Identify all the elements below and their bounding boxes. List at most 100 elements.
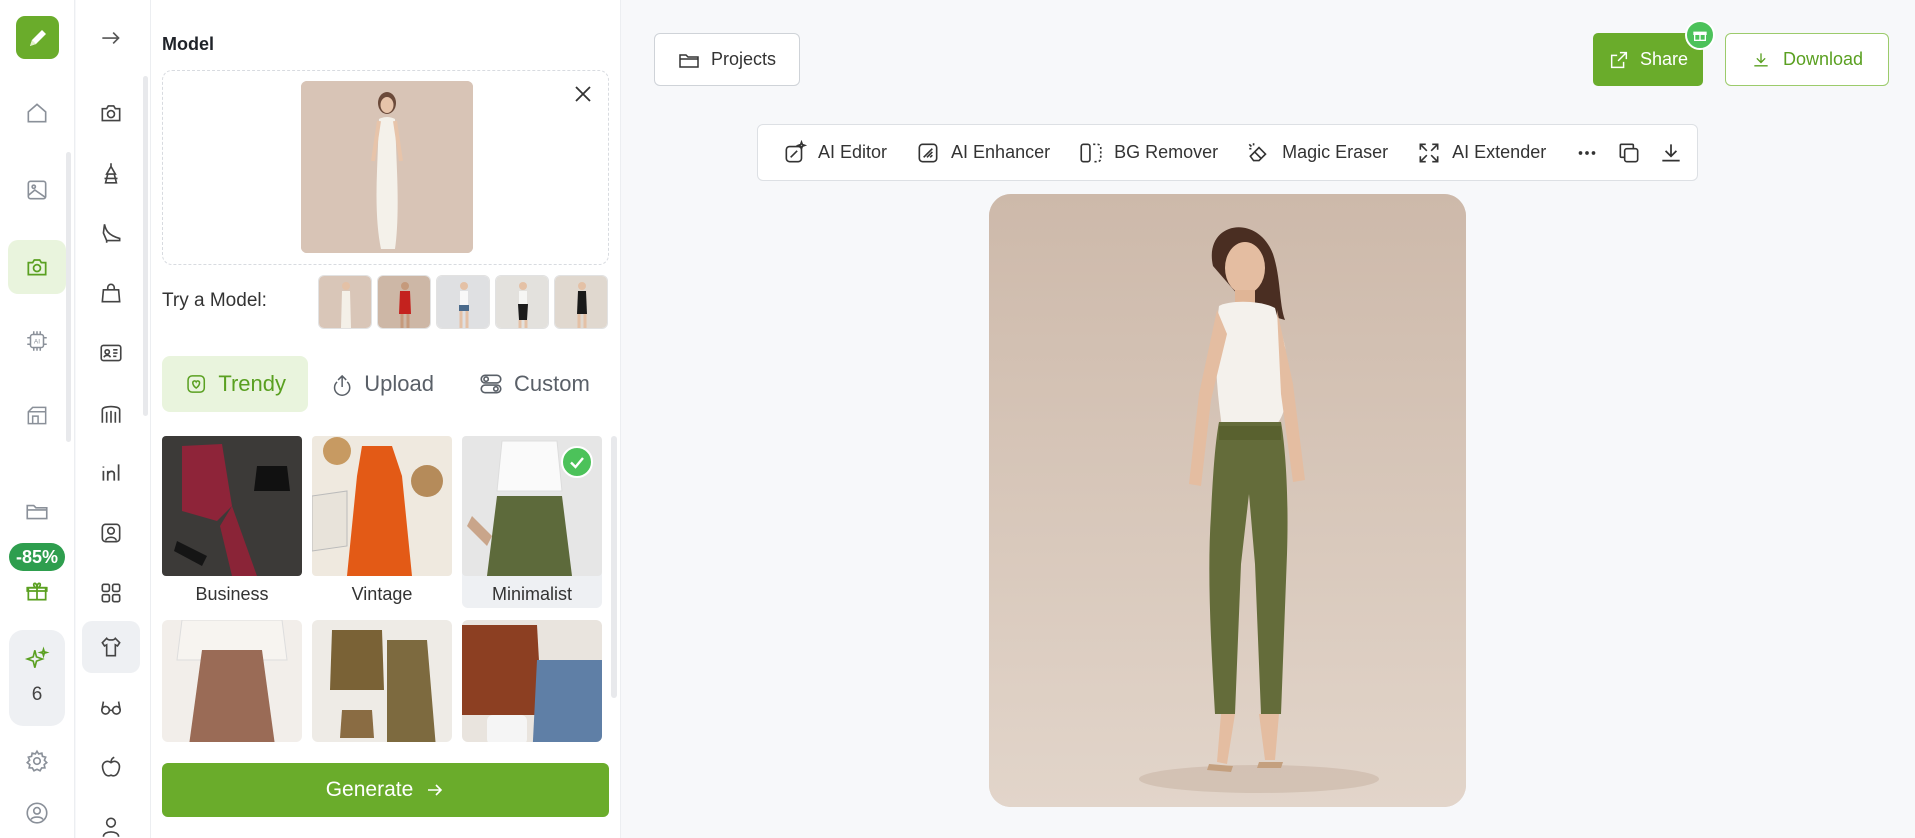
panel-scrollbar[interactable] xyxy=(611,436,617,698)
ai-editor-tool[interactable]: AI Editor xyxy=(782,139,887,166)
user-bust-icon xyxy=(102,817,120,837)
home-icon xyxy=(27,103,47,123)
projects-nav[interactable] xyxy=(8,484,66,538)
collapse-button[interactable] xyxy=(82,12,140,64)
tab-label: Upload xyxy=(364,371,434,396)
model-figure xyxy=(301,81,473,253)
gift-nav[interactable] xyxy=(8,564,66,618)
ai-enhancer-tool[interactable]: AI Enhancer xyxy=(915,140,1050,166)
credits-box[interactable]: 6 xyxy=(9,630,65,726)
download-button[interactable]: Download xyxy=(1725,33,1889,86)
home-nav[interactable] xyxy=(8,86,66,140)
tab-trendy[interactable]: Trendy xyxy=(162,356,308,412)
model-thumb-2[interactable] xyxy=(377,275,431,329)
tool-apps[interactable] xyxy=(82,567,140,619)
download-label: Download xyxy=(1782,49,1864,69)
store-nav[interactable] xyxy=(8,388,66,442)
credits-count: 6 xyxy=(31,684,43,705)
camera-icon xyxy=(101,105,121,122)
tool-eyewear[interactable] xyxy=(82,681,140,733)
tool-linkedin[interactable] xyxy=(82,447,140,499)
model-thumb-image xyxy=(555,276,607,328)
shop-icon xyxy=(27,406,47,425)
tool-label: AI Extender xyxy=(1452,142,1547,162)
left-rail: AI -85% 6 xyxy=(0,0,75,838)
style-card-6[interactable] xyxy=(462,620,602,742)
apple-icon xyxy=(101,756,121,777)
shoe-icon xyxy=(102,224,121,243)
remove-model-button[interactable] xyxy=(570,81,596,107)
style-card-5[interactable] xyxy=(312,620,452,742)
more-icon xyxy=(1578,150,1596,155)
tool-headshot[interactable] xyxy=(82,507,140,559)
tool-bag[interactable] xyxy=(82,267,140,319)
tool-shoe[interactable] xyxy=(82,207,140,259)
toolbar-download-button[interactable] xyxy=(1658,140,1684,166)
tool-product-photo[interactable] xyxy=(82,87,140,139)
tool-mannequin[interactable] xyxy=(82,801,140,838)
account-nav[interactable] xyxy=(8,786,66,838)
tab-custom[interactable]: Custom xyxy=(456,356,612,412)
shirt-icon xyxy=(101,636,121,657)
photo-nav[interactable] xyxy=(8,240,66,294)
app-logo[interactable] xyxy=(16,16,59,59)
model-thumb-5[interactable] xyxy=(554,275,608,329)
tool-lamp[interactable] xyxy=(82,147,140,199)
gift-icon xyxy=(1693,31,1707,41)
model-upload-area[interactable] xyxy=(162,70,609,265)
tool-interior[interactable] xyxy=(82,387,140,439)
style-image xyxy=(162,620,302,742)
style-card-vintage[interactable]: Vintage xyxy=(312,436,452,608)
sparkle-icon xyxy=(24,646,50,668)
projects-button[interactable]: Projects xyxy=(654,33,800,86)
magic-eraser-tool[interactable]: Magic Eraser xyxy=(1246,140,1388,166)
id-card-icon xyxy=(100,344,122,362)
image-icon xyxy=(27,180,47,200)
rail-scrollbar[interactable] xyxy=(66,152,71,442)
style-card-4[interactable] xyxy=(162,620,302,742)
try-model-label: Try a Model: xyxy=(162,290,267,311)
arrow-right-icon xyxy=(102,32,120,44)
share-gift-badge[interactable] xyxy=(1685,20,1715,50)
ai-extender-tool[interactable]: AI Extender xyxy=(1416,140,1546,166)
model-thumb-3[interactable] xyxy=(436,275,490,329)
olive-outfit xyxy=(312,620,452,742)
settings-nav[interactable] xyxy=(8,734,66,788)
generate-label: Generate xyxy=(325,778,414,801)
share-icon xyxy=(1610,51,1628,68)
gallery-nav[interactable] xyxy=(8,163,66,217)
style-image xyxy=(312,620,452,742)
style-image xyxy=(462,620,602,742)
bg-remover-tool[interactable]: BG Remover xyxy=(1078,140,1218,166)
arch-icon xyxy=(101,405,121,423)
style-card-business[interactable]: Business xyxy=(162,436,302,608)
style-card-minimalist[interactable]: Minimalist xyxy=(462,436,602,608)
model-thumb-4[interactable] xyxy=(495,275,549,329)
edit-sparkle-icon xyxy=(785,139,808,162)
tab-upload[interactable]: Upload xyxy=(308,356,456,412)
duplicate-button[interactable] xyxy=(1616,140,1642,166)
tools-scrollbar[interactable] xyxy=(143,76,148,416)
bg-remove-icon xyxy=(1080,143,1102,162)
tool-food[interactable] xyxy=(82,741,140,793)
selected-model-image xyxy=(301,81,473,253)
tool-label: BG Remover xyxy=(1114,142,1219,162)
upload-icon xyxy=(333,374,351,396)
generate-button[interactable]: Generate xyxy=(162,763,609,817)
expand-icon xyxy=(1419,143,1439,162)
style-image xyxy=(312,436,452,576)
ai-nav[interactable]: AI xyxy=(8,314,66,368)
tool-fashion[interactable] xyxy=(82,621,140,673)
tool-id-photo[interactable] xyxy=(82,327,140,379)
style-image xyxy=(162,436,302,576)
model-thumb-image xyxy=(378,276,430,328)
model-panel: Model Try a Model: Trendy Upload Custom … xyxy=(151,0,621,838)
model-thumb-image xyxy=(496,276,548,328)
arrow-right-icon xyxy=(428,784,443,796)
close-icon xyxy=(575,86,591,102)
grid-icon xyxy=(101,583,121,603)
more-options-button[interactable] xyxy=(1574,140,1600,166)
generated-image[interactable] xyxy=(989,194,1466,807)
gear-icon xyxy=(26,749,48,772)
model-thumb-1[interactable] xyxy=(318,275,372,329)
